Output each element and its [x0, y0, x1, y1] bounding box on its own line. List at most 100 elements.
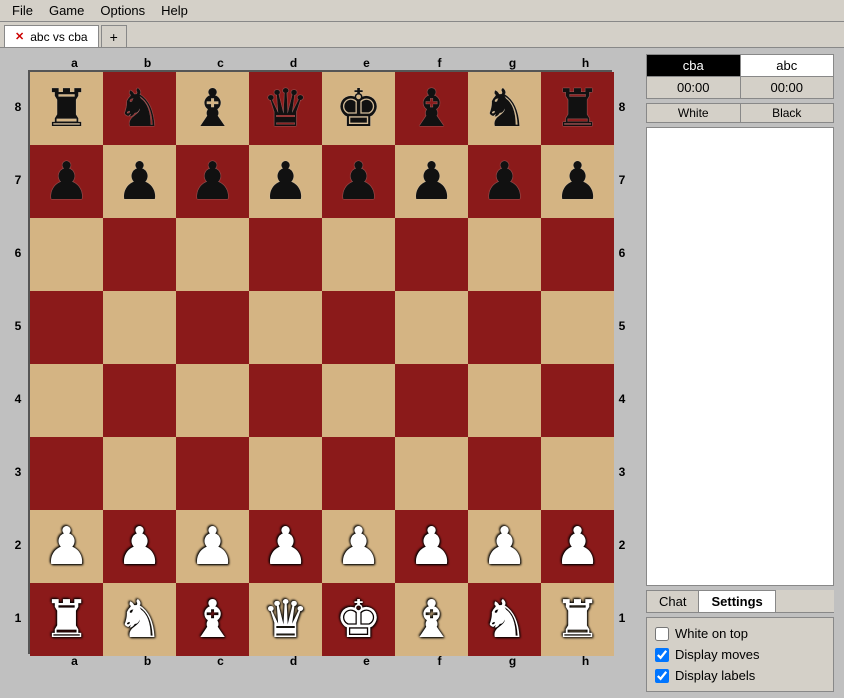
menu-options[interactable]: Options [92, 1, 153, 20]
cell-4-5[interactable] [395, 364, 468, 437]
display-moves-checkbox[interactable] [655, 648, 669, 662]
cell-2-2[interactable] [176, 218, 249, 291]
piece-wp: ♟ [262, 521, 309, 573]
moves-area [646, 127, 834, 586]
cell-1-2[interactable]: ♟ [176, 145, 249, 218]
cell-7-1[interactable]: ♞ [103, 583, 176, 656]
setting-display-moves: Display moves [655, 647, 825, 662]
cell-5-2[interactable] [176, 437, 249, 510]
cell-0-0[interactable]: ♜ [30, 72, 103, 145]
cell-2-4[interactable] [322, 218, 395, 291]
tab-add-button[interactable]: + [101, 25, 127, 47]
file-label-c: c [184, 56, 257, 70]
cell-6-5[interactable]: ♟ [395, 510, 468, 583]
cell-2-6[interactable] [468, 218, 541, 291]
file-labels-top: abcdefgh [38, 56, 622, 70]
file-label-d: d [257, 56, 330, 70]
cell-1-5[interactable]: ♟ [395, 145, 468, 218]
cell-3-7[interactable] [541, 291, 614, 364]
cell-6-6[interactable]: ♟ [468, 510, 541, 583]
chess-board[interactable]: ♜♞♝♛♚♝♞♜♟♟♟♟♟♟♟♟♟♟♟♟♟♟♟♟♜♞♝♛♚♝♞♜ [28, 70, 612, 654]
file-label-a: a [38, 654, 111, 668]
piece-bb: ♝ [189, 83, 236, 135]
rank-label-6: 6 [612, 216, 632, 289]
cell-2-5[interactable] [395, 218, 468, 291]
cell-6-4[interactable]: ♟ [322, 510, 395, 583]
rank-label-4: 4 [612, 362, 632, 435]
white-on-top-checkbox[interactable] [655, 627, 669, 641]
cell-3-2[interactable] [176, 291, 249, 364]
cell-4-7[interactable] [541, 364, 614, 437]
tab-close-icon[interactable]: ✕ [15, 30, 24, 43]
tab-settings[interactable]: Settings [698, 590, 775, 612]
cell-4-0[interactable] [30, 364, 103, 437]
display-labels-label: Display labels [675, 668, 755, 683]
piece-bn: ♞ [481, 83, 528, 135]
cell-1-7[interactable]: ♟ [541, 145, 614, 218]
cell-0-1[interactable]: ♞ [103, 72, 176, 145]
menu-file[interactable]: File [4, 1, 41, 20]
cell-0-3[interactable]: ♛ [249, 72, 322, 145]
file-label-f: f [403, 56, 476, 70]
cell-6-1[interactable]: ♟ [103, 510, 176, 583]
cell-4-4[interactable] [322, 364, 395, 437]
piece-wn: ♞ [116, 594, 163, 646]
cell-5-0[interactable] [30, 437, 103, 510]
tabbar: ✕ abc vs cba + [0, 22, 844, 48]
cell-5-1[interactable] [103, 437, 176, 510]
cell-7-4[interactable]: ♚ [322, 583, 395, 656]
cell-1-6[interactable]: ♟ [468, 145, 541, 218]
cell-6-7[interactable]: ♟ [541, 510, 614, 583]
cell-5-7[interactable] [541, 437, 614, 510]
cell-0-6[interactable]: ♞ [468, 72, 541, 145]
piece-bp: ♟ [262, 156, 309, 208]
cell-5-3[interactable] [249, 437, 322, 510]
cell-5-4[interactable] [322, 437, 395, 510]
cell-3-3[interactable] [249, 291, 322, 364]
piece-br: ♜ [554, 83, 601, 135]
white-player-time: 00:00 [740, 77, 834, 99]
cell-2-0[interactable] [30, 218, 103, 291]
cell-1-0[interactable]: ♟ [30, 145, 103, 218]
cell-7-2[interactable]: ♝ [176, 583, 249, 656]
cell-6-3[interactable]: ♟ [249, 510, 322, 583]
cell-7-5[interactable]: ♝ [395, 583, 468, 656]
display-labels-checkbox[interactable] [655, 669, 669, 683]
cell-0-5[interactable]: ♝ [395, 72, 468, 145]
cell-1-1[interactable]: ♟ [103, 145, 176, 218]
cell-0-2[interactable]: ♝ [176, 72, 249, 145]
cell-3-6[interactable] [468, 291, 541, 364]
cell-1-3[interactable]: ♟ [249, 145, 322, 218]
cell-5-6[interactable] [468, 437, 541, 510]
cell-7-3[interactable]: ♛ [249, 583, 322, 656]
file-label-c: c [184, 654, 257, 668]
cell-3-1[interactable] [103, 291, 176, 364]
cell-4-6[interactable] [468, 364, 541, 437]
cell-0-7[interactable]: ♜ [541, 72, 614, 145]
cell-4-1[interactable] [103, 364, 176, 437]
tab-game[interactable]: ✕ abc vs cba [4, 25, 99, 47]
menu-help[interactable]: Help [153, 1, 196, 20]
cell-7-6[interactable]: ♞ [468, 583, 541, 656]
cell-7-0[interactable]: ♜ [30, 583, 103, 656]
cell-3-5[interactable] [395, 291, 468, 364]
file-label-d: d [257, 654, 330, 668]
menu-game[interactable]: Game [41, 1, 92, 20]
cell-5-5[interactable] [395, 437, 468, 510]
cell-0-4[interactable]: ♚ [322, 72, 395, 145]
cell-2-3[interactable] [249, 218, 322, 291]
setting-white-on-top: White on top [655, 626, 825, 641]
cell-6-2[interactable]: ♟ [176, 510, 249, 583]
cell-1-4[interactable]: ♟ [322, 145, 395, 218]
cell-3-4[interactable] [322, 291, 395, 364]
cell-2-1[interactable] [103, 218, 176, 291]
cell-4-3[interactable] [249, 364, 322, 437]
cell-4-2[interactable] [176, 364, 249, 437]
piece-bq: ♛ [262, 83, 309, 135]
rank-label-8: 8 [8, 70, 28, 143]
cell-6-0[interactable]: ♟ [30, 510, 103, 583]
cell-3-0[interactable] [30, 291, 103, 364]
cell-7-7[interactable]: ♜ [541, 583, 614, 656]
cell-2-7[interactable] [541, 218, 614, 291]
tab-chat[interactable]: Chat [646, 590, 699, 612]
